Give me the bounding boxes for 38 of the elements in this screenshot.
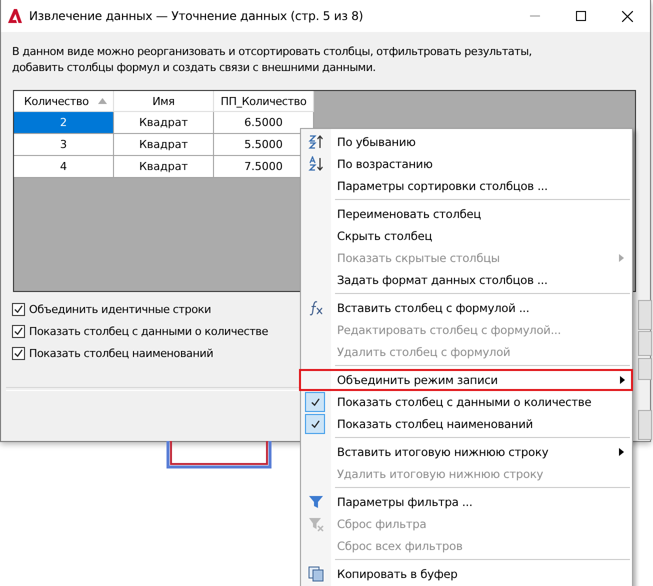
column-header[interactable]: Имя [114, 91, 214, 112]
close-icon [622, 10, 632, 22]
filter-clear-icon [308, 516, 324, 532]
sort-ascending-icon [308, 156, 324, 172]
function-icon [308, 300, 324, 316]
logo-icon [7, 8, 23, 24]
checkbox[interactable] [12, 302, 25, 316]
checkbox-label: Объединить идентичные строки [29, 302, 211, 316]
description-text: В данном виде можно реорганизовать и отсортировать столбцы, отфильтровать результаты, добавить столбцы формул и создать связи с внешними данными. [12, 44, 533, 76]
menu-item[interactable]: Задать формат данных столбцов ... [301, 269, 632, 291]
menu-item[interactable]: Вставить столбец с формулой ... [301, 297, 632, 319]
menu-item[interactable]: Параметры сортировки столбцов ... [301, 175, 632, 197]
filter-icon [308, 494, 324, 510]
menu-item[interactable]: Параметры фильтра ... [301, 491, 632, 513]
checkbox-label: Показать столбец с данными о количестве [29, 324, 268, 338]
maximize-icon [576, 11, 586, 21]
window-title: Извлечение данных — Уточнение данных (стр. 5 из 8) [29, 9, 364, 23]
menu-item[interactable]: Показать столбец с данными о количестве [301, 391, 632, 413]
table-cell[interactable]: 6.5000 [214, 112, 314, 134]
table-cell[interactable]: Квадрат [114, 112, 214, 134]
table-cell[interactable]: 4 [14, 156, 114, 178]
menu-item[interactable]: Копировать в буфер [301, 563, 632, 585]
column-header[interactable]: Количество [14, 91, 114, 112]
menu-item[interactable]: Показать столбец наименований [301, 413, 632, 435]
checkbox[interactable] [12, 346, 25, 360]
copy-icon [308, 566, 324, 582]
table-cell[interactable]: Квадрат [114, 134, 214, 156]
table-cell[interactable]: 3 [14, 134, 114, 156]
column-header[interactable]: ПП_Количество [214, 91, 314, 112]
table-cell[interactable]: Квадрат [114, 156, 214, 178]
menu-item[interactable]: Переименовать столбец [301, 203, 632, 225]
checkbox[interactable] [12, 324, 25, 338]
menu-item[interactable]: Вставить итоговую нижнюю строку [301, 441, 632, 463]
checkbox-label: Показать столбец наименований [29, 346, 214, 360]
menu-item[interactable]: Скрыть столбец [301, 225, 632, 247]
sort-descending-icon [308, 134, 324, 150]
table-cell[interactable]: 2 [14, 112, 114, 134]
menu-item[interactable]: Объединить режим записи [299, 369, 633, 391]
